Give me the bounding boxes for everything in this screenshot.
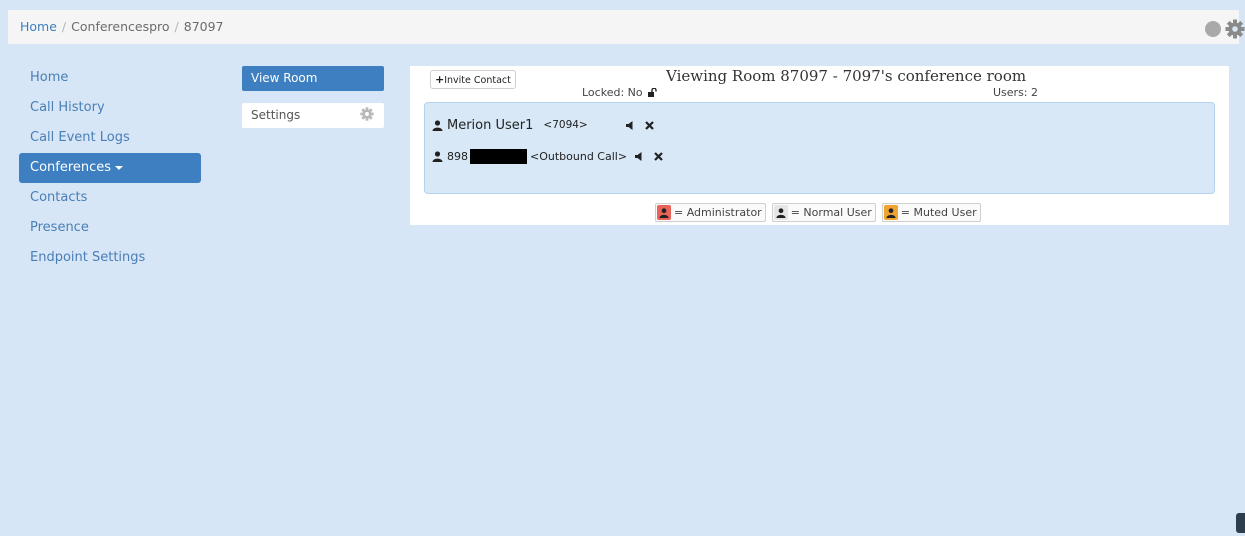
chat-widget-tab[interactable] — [1236, 513, 1245, 533]
user-icon — [659, 207, 669, 218]
legend-item-administrator: = Administrator — [655, 203, 766, 222]
sidebar-item-call-event-logs[interactable]: Call Event Logs — [19, 123, 201, 153]
top-bar: Home / Conferencespro / 87097 — [8, 10, 1239, 44]
sidebar-item-presence[interactable]: Presence — [19, 213, 201, 243]
close-icon[interactable] — [654, 151, 663, 161]
room-title: Viewing Room 87097 - 7097's conference r… — [666, 67, 1027, 85]
sidebar-item-call-history[interactable]: Call History — [19, 93, 201, 123]
legend-label: = Administrator — [674, 206, 762, 219]
close-icon[interactable] — [644, 120, 654, 130]
list-item: Merion User1 <7094> — [432, 116, 654, 134]
legend-item-muted-user: = Muted User — [881, 203, 981, 222]
user-icon — [886, 207, 896, 218]
plus-icon: + — [435, 73, 445, 86]
list-item: 898 <Outbound Call> — [432, 147, 663, 165]
muted-user-swatch — [883, 205, 898, 220]
member-name: 898 — [447, 149, 468, 163]
room-panel: +Invite Contact Viewing Room 87097 - 709… — [410, 66, 1229, 225]
user-icon — [776, 207, 786, 218]
legend-label: = Normal User — [790, 206, 872, 219]
redacted-block — [470, 148, 527, 164]
normal-user-swatch — [773, 205, 788, 220]
sidebar-item-label: Conferences — [30, 160, 112, 175]
member-name: Merion User1 — [447, 117, 534, 133]
locked-label: Locked: No — [582, 86, 643, 99]
settings-label: Settings — [251, 108, 301, 122]
invite-contact-label: Invite Contact — [444, 75, 511, 86]
administrator-swatch — [657, 205, 671, 220]
legend-label: = Muted User — [900, 206, 977, 219]
gear-icon[interactable] — [1225, 19, 1245, 39]
gear-icon — [360, 107, 374, 121]
room-subnav: View Room Settings — [242, 66, 384, 128]
unlock-icon[interactable] — [648, 88, 658, 97]
breadcrumb-separator: / — [61, 19, 67, 34]
invite-contact-button[interactable]: +Invite Contact — [430, 70, 516, 89]
user-icon — [432, 119, 443, 131]
member-extension: <7094> — [543, 119, 588, 131]
sidebar-item-conferences[interactable]: Conferences — [19, 153, 201, 183]
member-extension: <Outbound Call> — [530, 149, 628, 163]
sidebar-nav: Home Call History Call Event Logs Confer… — [19, 63, 201, 273]
breadcrumb-home-link[interactable]: Home — [20, 19, 57, 34]
volume-icon[interactable] — [634, 151, 644, 162]
legend-item-normal-user: = Normal User — [771, 203, 876, 222]
sidebar-item-home[interactable]: Home — [19, 63, 201, 93]
breadcrumb-current: 87097 — [183, 19, 224, 34]
member-list: Merion User1 <7094> 898 <Outbound Call> — [424, 102, 1215, 194]
caret-down-icon — [115, 165, 124, 170]
view-room-button[interactable]: View Room — [242, 66, 384, 91]
sidebar-item-contacts[interactable]: Contacts — [19, 183, 201, 213]
breadcrumb: Home / Conferencespro / 87097 — [20, 19, 224, 34]
status-dot-icon[interactable] — [1205, 21, 1221, 37]
user-icon — [432, 150, 443, 162]
breadcrumb-section: Conferencespro — [71, 19, 170, 34]
volume-icon[interactable] — [625, 120, 635, 131]
locked-status: Locked: No — [582, 86, 658, 99]
settings-button[interactable]: Settings — [242, 103, 384, 128]
user-legend: = Administrator = Normal User = Muted Us… — [655, 203, 987, 222]
users-count: Users: 2 — [993, 86, 1039, 99]
sidebar-item-endpoint-settings[interactable]: Endpoint Settings — [19, 243, 201, 273]
breadcrumb-separator: / — [174, 19, 179, 34]
